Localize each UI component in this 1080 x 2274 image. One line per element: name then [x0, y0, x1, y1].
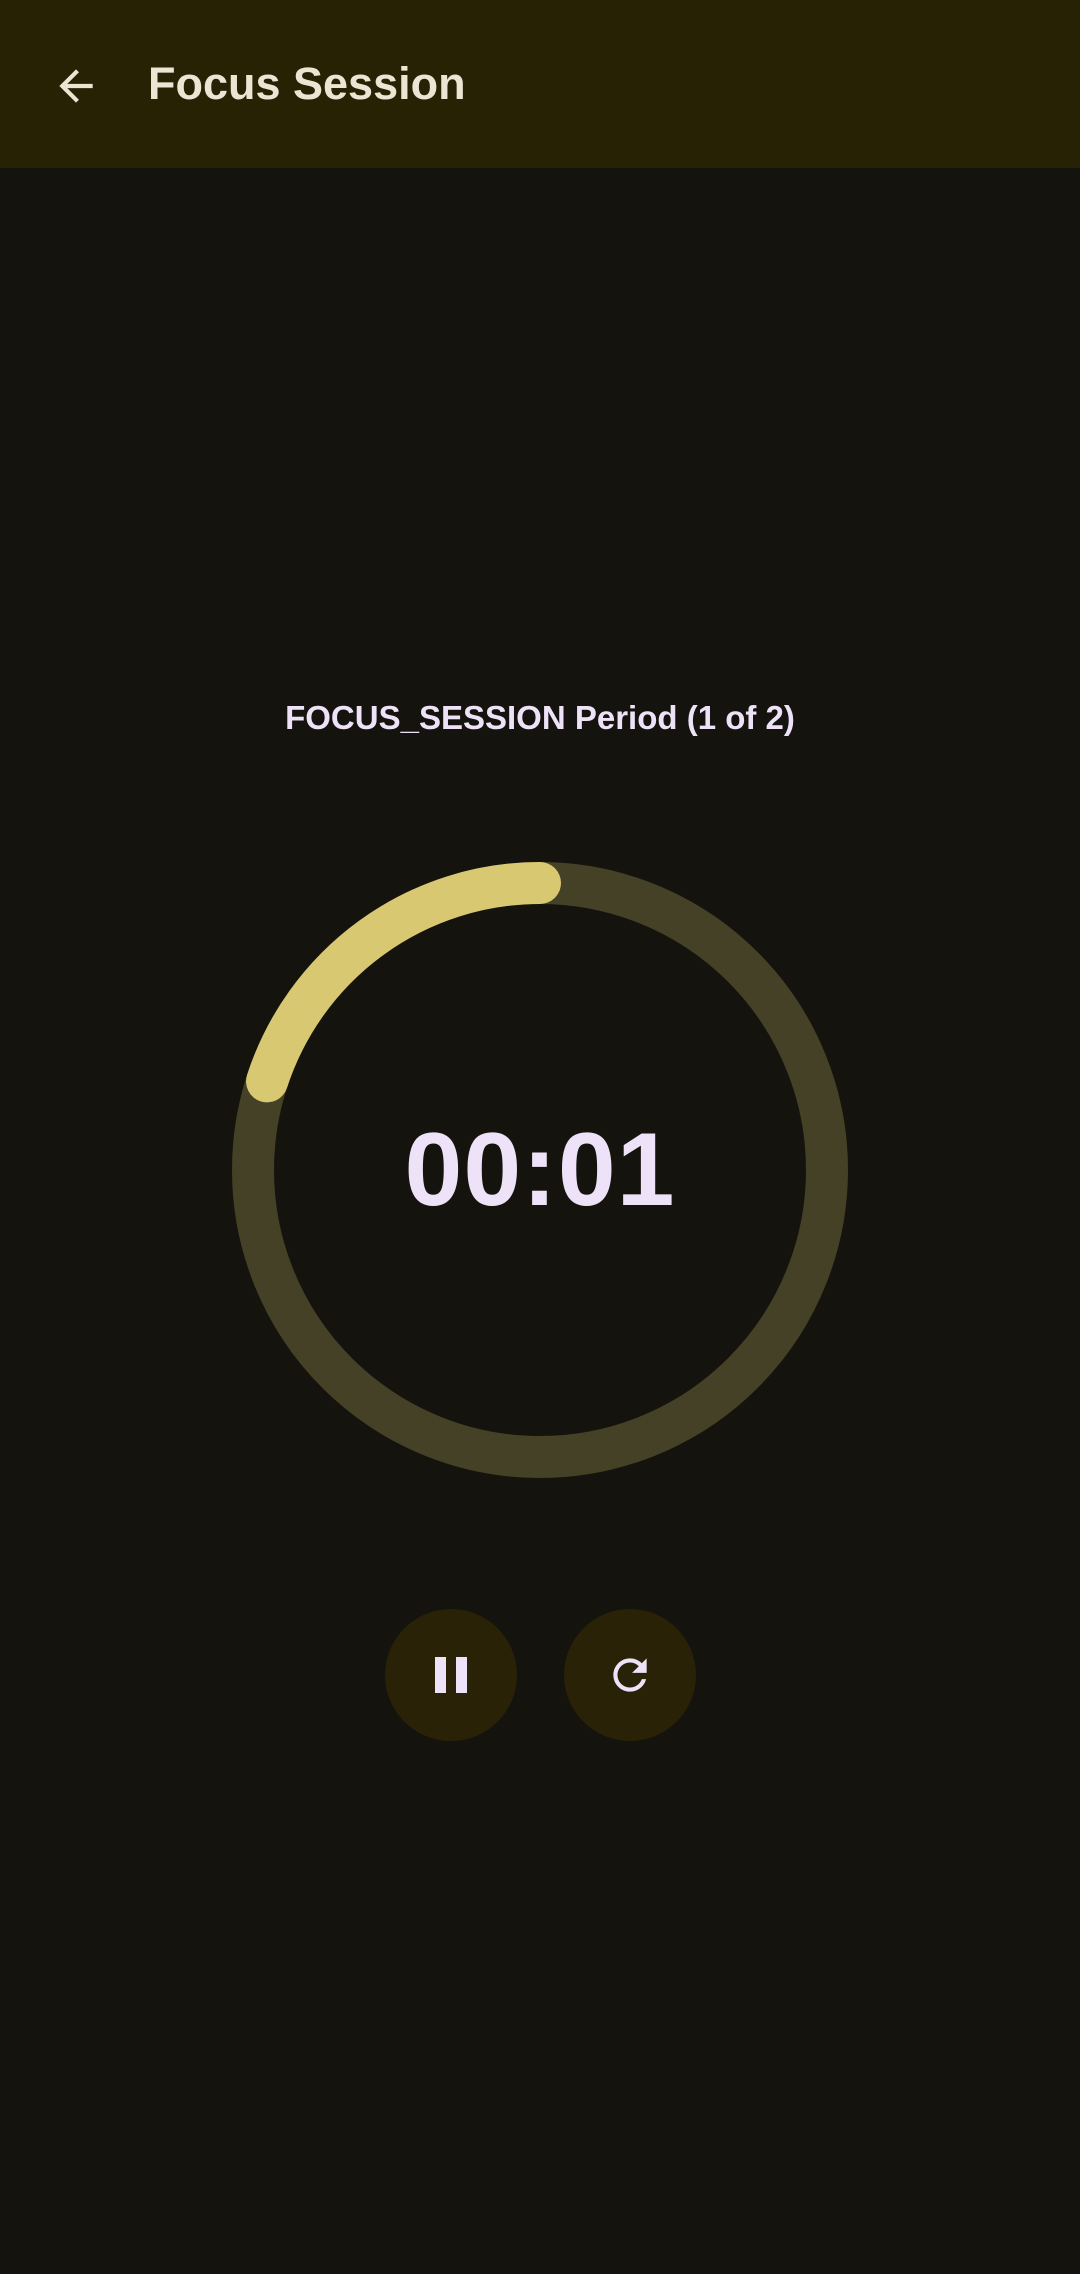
back-button[interactable]	[30, 44, 122, 128]
timer-display: 00:01	[404, 1112, 676, 1228]
top-app-bar: Focus Session	[0, 0, 1080, 168]
timer-controls	[0, 1609, 1080, 1741]
arrow-back-icon	[59, 69, 93, 103]
reset-button[interactable]	[564, 1609, 696, 1741]
refresh-icon	[613, 1658, 647, 1692]
focus-session-screen: Focus Session FOCUS_SESSION Period (1 of…	[0, 0, 1080, 2274]
pause-button[interactable]	[385, 1609, 517, 1741]
pause-icon	[435, 1657, 467, 1693]
page-title: Focus Session	[148, 58, 466, 109]
period-label: FOCUS_SESSION Period (1 of 2)	[285, 699, 795, 736]
